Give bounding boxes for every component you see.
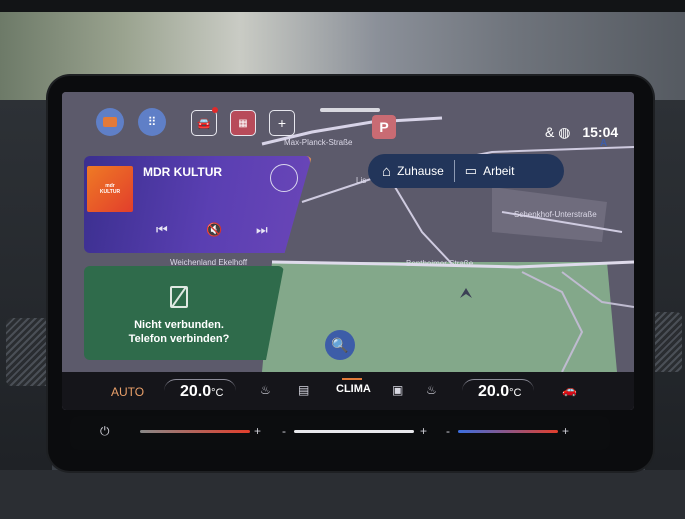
left-temperature: 20.0°C <box>180 383 223 401</box>
right-temp-unit: °C <box>509 387 522 399</box>
street-label-max-planck: Max-Planck-Straße <box>284 138 353 147</box>
parking-button[interactable]: P <box>372 115 396 139</box>
defrost-icon: ▤ <box>298 383 310 397</box>
notification-dot <box>212 107 218 113</box>
radio-source-button[interactable] <box>270 164 298 192</box>
right-temp-value: 20.0 <box>478 383 510 400</box>
climate-auto-button[interactable]: AUTO <box>111 385 144 399</box>
phone-widget[interactable]: Nicht verbunden. Telefon verbinden? <box>84 266 284 360</box>
car-icon: 🚘 <box>197 117 211 130</box>
user-icon: & <box>545 124 555 140</box>
rear-defrost-button[interactable]: ▤ <box>298 383 309 397</box>
photo-console <box>0 470 685 519</box>
work-destination-label: Arbeit <box>483 164 515 178</box>
widgets-icon <box>103 117 117 127</box>
mute-button[interactable]: 🔇 <box>206 222 222 238</box>
power-icon[interactable]: ⏻ <box>100 424 110 439</box>
volume-slider[interactable] <box>294 430 414 433</box>
seat-heat-right-button[interactable]: ♨ <box>426 383 437 397</box>
map-search-button[interactable]: 🔍 <box>325 330 355 360</box>
previous-icon: ⏮ <box>156 222 168 237</box>
clock: 15:04 <box>582 124 619 140</box>
left-temp-plus: + <box>254 424 262 438</box>
left-temp-value: 20.0 <box>180 383 212 400</box>
previous-button[interactable]: ⏮ <box>156 222 168 238</box>
home-destination-button[interactable]: ⌂ Zuhause <box>382 163 444 180</box>
station-name: MDR KULTUR <box>143 165 223 179</box>
logo-text-kultur: KULTUR <box>99 189 121 195</box>
home-destination-label: Zuhause <box>397 164 444 178</box>
assistant-icon: ▦ <box>238 117 248 129</box>
mute-icon: 🔇 <box>206 222 223 237</box>
search-icon: 🔍 <box>331 336 349 353</box>
next-button[interactable]: ⏭ <box>256 222 268 238</box>
status-area: & ◍ 15:04 <box>545 124 618 141</box>
street-label-lis: Lis <box>356 176 367 185</box>
radio-widget[interactable]: mdr KULTUR MDR KULTUR ⏮ 🔇 ⏭ <box>84 156 312 253</box>
photo-dashboard-left <box>0 100 52 519</box>
right-temperature: 20.0°C <box>478 383 521 401</box>
street-label-bentheimer: Bentheimer Straße <box>406 259 474 268</box>
next-icon: ⏭ <box>256 222 268 237</box>
street-label-weichenland: Weichenland Ekelhoff <box>170 258 248 267</box>
seat-heat-icon: ♨ <box>426 383 437 397</box>
briefcase-icon: ▭ <box>464 163 478 178</box>
clima-button[interactable]: CLIMA <box>336 378 371 395</box>
add-shortcut-button[interactable]: + <box>269 110 295 136</box>
car-status-button[interactable]: 🚘 <box>191 107 218 136</box>
destination-shortcuts: ⌂ Zuhause ▭ Arbeit <box>368 154 564 188</box>
left-temp-unit: °C <box>211 387 224 399</box>
windshield-icon: ▣ <box>392 383 404 397</box>
volume-plus: + <box>420 424 428 438</box>
climate-bar: AUTO 20.0°C ♨ ▤ CLIMA ▣ ♨ 20.0°C 🚗 <box>62 372 634 410</box>
touch-slider-bar: + - + - + ⏻ <box>70 416 610 450</box>
seat-heat-left-button[interactable]: ♨ <box>260 383 271 397</box>
left-temp-slider[interactable] <box>140 430 250 433</box>
divider <box>453 160 455 182</box>
right-temp-minus: - <box>446 424 450 438</box>
grid-icon: ⠿ <box>147 115 157 129</box>
phone-status-line1: Nicht verbunden. <box>134 319 224 331</box>
house-icon: ⌂ <box>382 162 392 180</box>
work-destination-button[interactable]: ▭ Arbeit <box>465 163 515 179</box>
globe-icon: ◍ <box>558 124 571 140</box>
volume-minus: - <box>282 424 286 438</box>
assistant-button[interactable]: ▦ <box>230 110 256 136</box>
right-temp-plus: + <box>562 424 570 438</box>
apps-button[interactable]: ⠿ <box>138 108 166 136</box>
car-air-icon: 🚗 <box>562 383 577 397</box>
home-screens-button[interactable] <box>96 108 124 136</box>
infotainment-screen: Max-Planck-Straße Bentheimer Straße Sche… <box>62 92 634 410</box>
plus-icon: + <box>277 115 287 131</box>
station-logo: mdr KULTUR <box>87 166 133 212</box>
phone-disconnected-icon <box>170 286 188 308</box>
front-defrost-button[interactable]: ▣ <box>392 383 403 397</box>
phone-status-text: Nicht verbunden. Telefon verbinden? <box>84 318 274 346</box>
right-temp-slider[interactable] <box>458 430 558 433</box>
photo-dashboard-top <box>0 0 685 12</box>
phone-status-line2: Telefon verbinden? <box>128 333 230 345</box>
recirculation-button[interactable]: 🚗 <box>562 383 577 397</box>
drag-handle[interactable] <box>320 108 380 112</box>
street-label-schenkhof: Schenkhof-Unterstraße <box>514 210 597 219</box>
seat-heat-icon: ♨ <box>260 383 271 397</box>
